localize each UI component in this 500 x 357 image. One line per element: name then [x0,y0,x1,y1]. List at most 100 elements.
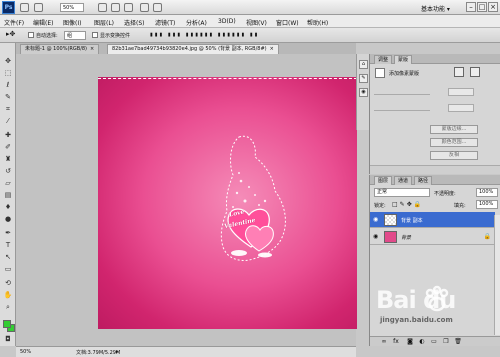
gradient-tool-icon[interactable]: ▤ [3,191,13,199]
density-value[interactable] [448,88,474,96]
brush-panel-icon[interactable]: ✎ [359,74,368,83]
tab-paths[interactable]: 路径 [414,176,433,185]
auto-select-label: 自动选择: [36,33,58,39]
move-tool-icon[interactable]: ▸✥ [6,30,15,38]
menu-help[interactable]: 帮助(H) [307,18,328,27]
screen-mode-icon[interactable] [153,3,162,12]
menu-window[interactable]: 窗口(W) [276,18,299,27]
hand-tool-icon[interactable] [98,3,107,12]
fill-label: 填充: [454,203,466,209]
menu-select[interactable]: 选择(S) [124,18,145,27]
heart-selection [220,135,286,261]
auto-select-checkbox[interactable] [28,32,34,38]
eyedropper-tool-icon[interactable]: ⁄ [3,117,13,125]
menu-3d[interactable]: 3D(D) [218,18,236,25]
zoom-tool-icon[interactable] [124,3,133,12]
eye-icon[interactable]: ◉ [373,234,378,240]
blend-mode-dropdown[interactable]: 正常 [374,188,430,197]
mask-panel-title: 添加像素蒙版 [389,71,420,77]
document-canvas[interactable]: Love Valentine [98,77,357,329]
foreground-color-swatch[interactable] [3,320,11,328]
hand-tool-icon[interactable]: ✋ [3,291,13,299]
pen-tool-icon[interactable]: ✒ [3,229,13,237]
align-buttons-icon[interactable]: ▮▮▮ ▮▮▮ ▮▮▮▮▮▮ ▮▮▮▮▮▮ ▮▮ [150,32,259,38]
fill-field[interactable]: 100% [476,200,498,209]
layer-thumbnail [384,214,397,226]
opacity-field[interactable]: 100% [476,188,498,197]
clone-stamp-icon[interactable]: ♜ [3,155,13,163]
tab-valentine-jpg[interactable]: 82b31ae7bad49734b93820e4.jpg @ 50% (背景 副… [107,44,279,54]
tab-untitled[interactable]: 未标题-1 @ 100%(RGB/8) × [20,44,100,54]
clone-source-panel-icon[interactable]: ◉ [359,88,368,97]
close-button[interactable]: × [488,2,498,12]
tab-adjustments[interactable]: 调整 [374,55,393,64]
masks-panel-footer [370,165,500,174]
lock-icons[interactable]: □✎✥🔒 [392,201,423,208]
type-tool-icon[interactable]: T [3,241,13,249]
move-tool-icon[interactable]: ✥ [3,57,13,65]
layer-thumbnail [384,231,397,243]
healing-brush-icon[interactable]: ✚ [3,131,13,139]
eye-icon[interactable]: ◉ [373,217,378,223]
lasso-tool-icon[interactable]: ℓ [3,81,13,89]
shape-tool-icon[interactable]: ▭ [3,265,13,273]
color-range-button[interactable]: 颜色范围... [430,138,478,147]
menu-layer[interactable]: 图层(L) [94,18,114,27]
layer-name[interactable]: 背景 副本 [401,217,423,224]
bridge-icon[interactable] [20,3,29,12]
status-menu-arrow-icon[interactable]: ▸ [116,349,119,355]
3d-rotate-tool-icon[interactable]: ⟲ [3,279,13,287]
auto-select-dropdown[interactable]: 组 [64,31,86,40]
dodge-tool-icon[interactable]: ● [3,215,13,223]
brush-tool-icon[interactable]: ✐ [3,143,13,151]
zoom-tool-icon[interactable]: ⌕ [3,303,13,311]
arrange-documents-icon[interactable] [140,3,149,12]
layer-name[interactable]: 背景 [401,234,411,241]
show-transform-label: 显示变换控件 [100,33,131,39]
workspace-switcher[interactable]: 基本功能 ▾ [421,4,450,13]
history-brush-icon[interactable]: ↺ [3,167,13,175]
vector-mask-icon[interactable] [470,67,480,77]
menu-filter[interactable]: 滤镜(T) [155,18,175,27]
feather-value[interactable] [448,104,474,112]
menu-view[interactable]: 视图(V) [246,18,267,27]
selection-marquee-top [98,78,357,79]
window-controls: – □ × [466,2,498,12]
close-icon[interactable]: × [270,46,274,52]
pixel-mask-icon[interactable] [454,67,464,77]
tab-masks[interactable]: 蒙版 [394,55,413,64]
tab-layers[interactable]: 图层 [374,176,393,185]
menu-edit[interactable]: 编辑(E) [33,18,53,27]
blur-tool-icon[interactable]: ♦ [3,203,13,211]
mask-edge-button[interactable]: 蒙版边缘... [430,125,478,134]
feather-slider[interactable] [374,110,430,111]
zoom-level-select[interactable]: 50% [60,3,84,12]
photoshop-logo: Ps [2,1,15,14]
status-zoom[interactable]: 50% [20,349,31,355]
tab-label: 未标题-1 @ 100%(RGB/8) [25,46,88,52]
layer-row-background[interactable]: ◉ 背景 🔒 [370,229,495,245]
quick-select-tool-icon[interactable]: ✎ [3,93,13,101]
history-panel-icon[interactable]: ⌂ [359,60,368,69]
layer-row-background-copy[interactable]: ◉ 背景 副本 [370,212,495,228]
minimize-button[interactable]: – [466,2,476,12]
close-icon[interactable]: × [90,46,94,52]
eraser-tool-icon[interactable]: ▱ [3,179,13,187]
mini-bridge-icon[interactable] [34,3,43,12]
mask-thumbnail [375,68,385,78]
crop-tool-icon[interactable]: ⌗ [3,105,13,113]
path-select-tool-icon[interactable]: ↖ [3,253,13,261]
menu-image[interactable]: 图像(I) [63,18,81,27]
menu-file[interactable]: 文件(F) [4,18,24,27]
rotate-view-icon[interactable] [111,3,120,12]
menu-analysis[interactable]: 分析(A) [186,18,207,27]
maximize-button[interactable]: □ [477,2,487,12]
invert-button[interactable]: 反相 [430,151,478,160]
show-transform-checkbox[interactable] [92,32,98,38]
status-doc-size: 文档:3.79M/5.29M [76,350,121,356]
tab-channels[interactable]: 通道 [394,176,413,185]
density-slider[interactable] [374,94,430,95]
quick-mask-icon[interactable]: ◘ [3,335,13,343]
baidu-watermark: Bai du jingyan.baidu.com [376,282,496,340]
marquee-tool-icon[interactable]: ⬚ [3,69,13,77]
